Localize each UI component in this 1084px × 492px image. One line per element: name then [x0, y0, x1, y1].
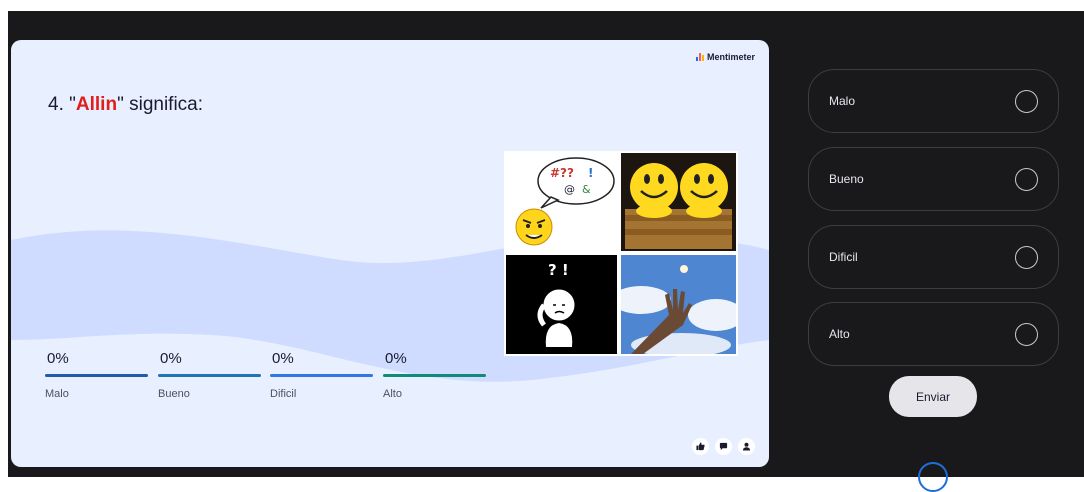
question-rest: significa: [123, 94, 204, 115]
result-percent: 0% [272, 350, 294, 367]
option-malo[interactable]: Malo [808, 69, 1059, 133]
svg-text:&: & [582, 183, 591, 196]
svg-text:#??: #?? [550, 166, 574, 180]
mentimeter-logo-icon [695, 53, 704, 61]
brand-name: Mentimeter [706, 52, 755, 62]
result-bar [270, 374, 373, 377]
result-percent: 0% [385, 350, 407, 367]
option-label: Dificil [829, 250, 858, 264]
image-tile-angry-speech: #?? ! @ & [506, 153, 617, 251]
svg-text:? !: ? ! [548, 261, 569, 279]
image-tile-smileys [621, 153, 736, 251]
result-label: Alto [383, 388, 402, 400]
presentation-slide: Mentimeter 4. "Allin" significa: #?? ! @… [11, 40, 769, 467]
result-percent: 0% [47, 350, 69, 367]
svg-text:!: ! [588, 166, 593, 180]
audience-icon[interactable] [738, 438, 755, 455]
result-bar-fill [45, 374, 148, 377]
chat-icon[interactable] [715, 438, 732, 455]
image-tile-confused: ? ! [506, 255, 617, 354]
svg-text:@: @ [564, 183, 575, 196]
highlighted-word: Allin [75, 94, 118, 115]
quote-open: " [69, 94, 76, 115]
mentimeter-logo: Mentimeter [695, 52, 755, 62]
quote-close: " [117, 94, 124, 115]
radio-button[interactable] [1015, 322, 1038, 346]
option-alto[interactable]: Alto [808, 302, 1059, 366]
question-image: #?? ! @ & ? ! [504, 151, 738, 356]
image-tile-hand-sky [621, 255, 736, 354]
result-label: Bueno [158, 388, 190, 400]
option-label: Alto [829, 327, 850, 341]
question-number: 4. [48, 94, 64, 115]
reaction-bar [692, 438, 755, 455]
result-bar [45, 374, 148, 377]
submit-button[interactable]: Enviar [889, 376, 977, 417]
option-bueno[interactable]: Bueno [808, 147, 1059, 211]
result-percent: 0% [160, 350, 182, 367]
radio-button[interactable] [1015, 89, 1038, 113]
option-label: Malo [829, 94, 856, 108]
result-label: Dificil [270, 388, 297, 400]
option-label: Bueno [829, 172, 864, 186]
result-bar [383, 374, 486, 377]
thumbs-up-icon[interactable] [692, 438, 709, 455]
result-bar-fill [158, 374, 261, 377]
question-title: 4. "Allin" significa: [48, 94, 203, 116]
result-label: Malo [45, 388, 69, 400]
radio-button[interactable] [1015, 245, 1038, 269]
result-bar-fill [270, 374, 373, 377]
radio-button[interactable] [1015, 167, 1038, 191]
result-bar-fill [383, 374, 486, 377]
scroll-indicator [918, 462, 948, 492]
result-bar [158, 374, 261, 377]
option-dificil[interactable]: Dificil [808, 225, 1059, 289]
